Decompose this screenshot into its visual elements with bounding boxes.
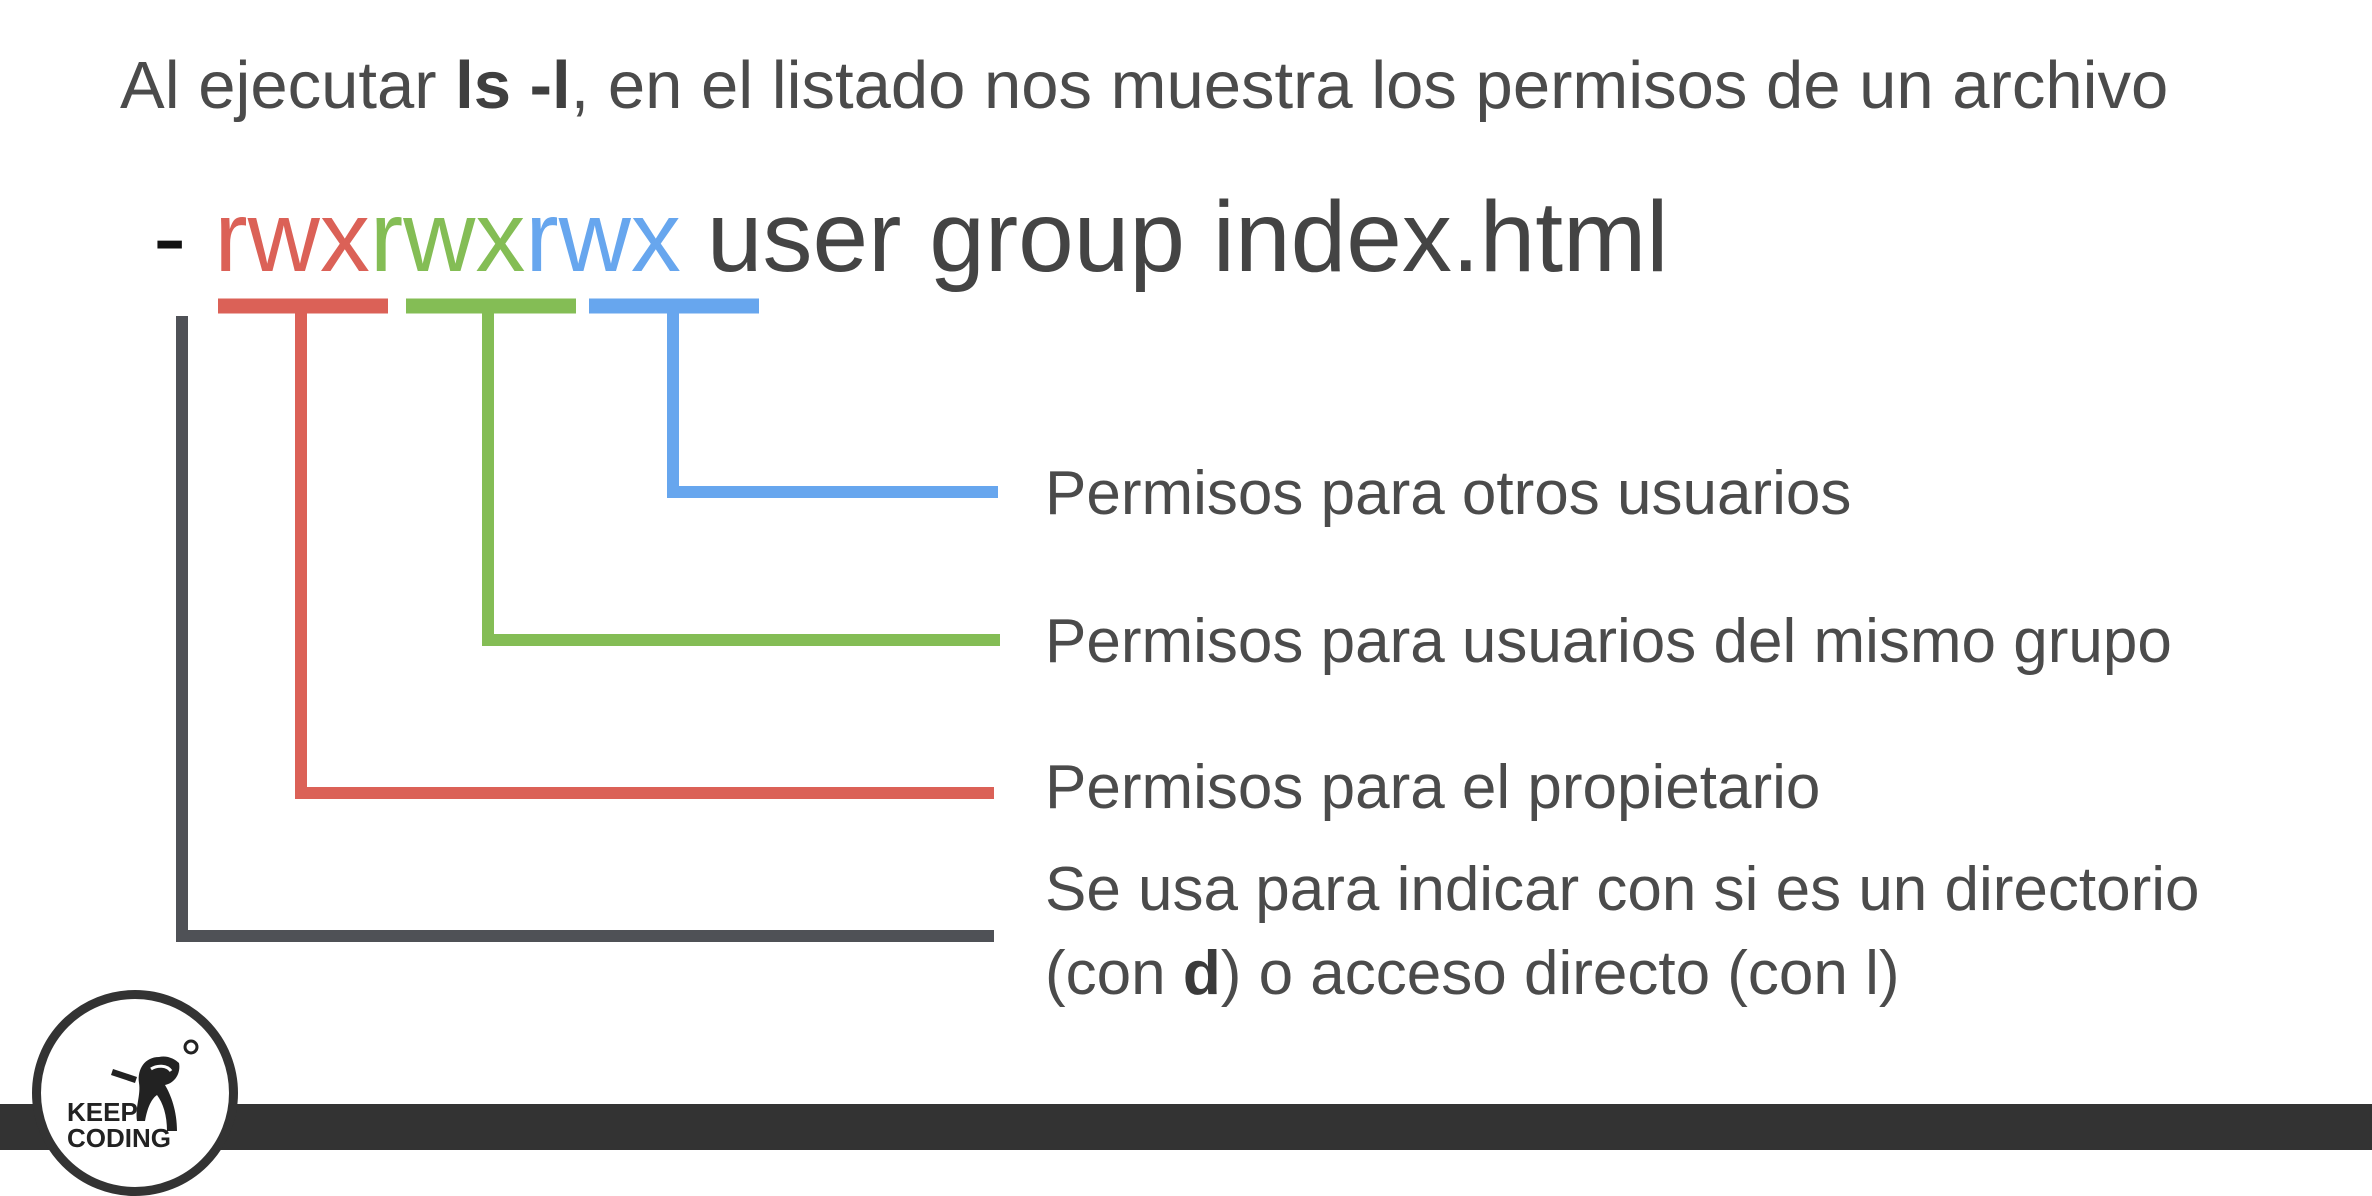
- group-connector: [482, 306, 1000, 646]
- label-type-line2-a: (con: [1045, 939, 1183, 1008]
- label-owner: Permisos para el propietario: [1045, 753, 1821, 822]
- mascot-icon: [111, 1039, 199, 1131]
- label-others: Permisos para otros usuarios: [1045, 459, 1852, 528]
- label-type-line1: Se usa para indicar con si es un directo…: [1045, 855, 2200, 924]
- label-type-line2: (con d) o acceso directo (con l): [1045, 934, 1900, 1014]
- keepcoding-logo: KEEP CODING: [32, 990, 238, 1196]
- label-type-line2-b: d: [1182, 939, 1221, 1008]
- label-group: Permisos para usuarios del mismo grupo: [1045, 607, 2172, 676]
- others-connector: [667, 306, 998, 498]
- label-type-line2-c: ) o acceso directo (con l): [1220, 939, 1900, 1008]
- owner-connector: [295, 306, 994, 799]
- logo-line1: KEEP: [67, 1097, 138, 1127]
- logo-line2: CODING: [67, 1123, 171, 1153]
- footer-bar: [0, 1104, 2372, 1150]
